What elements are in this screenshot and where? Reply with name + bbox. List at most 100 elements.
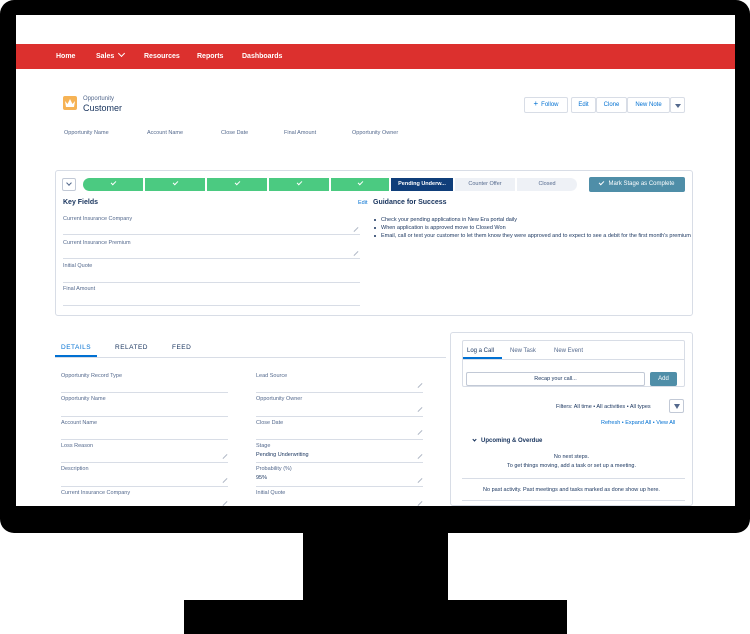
field-divider (256, 416, 423, 417)
path-stage-3[interactable] (207, 178, 267, 191)
field-divider (256, 486, 423, 487)
tab-details[interactable]: DETAILS (61, 344, 91, 351)
tab-log-a-call[interactable]: Log a Call (467, 348, 494, 354)
object-type-label: Opportunity (83, 96, 115, 102)
field-divider (61, 462, 228, 463)
path-stage-5[interactable] (331, 178, 389, 191)
key-field-label: Final Amount (63, 286, 96, 292)
check-icon (357, 179, 363, 186)
stage-value: Pending Underwriting (256, 452, 309, 458)
mark-stage-complete-button[interactable]: Mark Stage as Complete (589, 177, 685, 192)
tab-new-task[interactable]: New Task (510, 348, 536, 354)
pencil-icon[interactable] (222, 501, 228, 506)
follow-button[interactable]: + Follow (524, 97, 568, 113)
follow-label: Follow (541, 102, 559, 108)
activity-links[interactable]: Refresh • Expand All • View All (601, 420, 675, 426)
field-label: Opportunity Owner (256, 396, 303, 402)
tab-new-event[interactable]: New Event (554, 348, 583, 354)
filter-button[interactable] (669, 399, 684, 413)
field-label: Opportunity Name (61, 396, 106, 402)
check-icon (599, 179, 605, 186)
nav-sales[interactable]: Sales (96, 44, 126, 69)
plus-icon: + (533, 99, 539, 108)
field-label: Opportunity Record Type (61, 373, 123, 379)
check-icon (110, 179, 116, 186)
pencil-icon[interactable] (417, 478, 423, 483)
edit-button[interactable]: Edit (571, 97, 596, 113)
upcoming-label: Upcoming & Overdue (481, 438, 543, 444)
path-stage-closed[interactable]: Closed (517, 178, 577, 191)
record-title: Customer (83, 103, 123, 113)
field-divider (63, 258, 360, 259)
key-field-label: Current Insurance Premium (63, 240, 131, 246)
field-divider (61, 439, 228, 440)
field-divider (61, 486, 228, 487)
nav-reports[interactable]: Reports (197, 44, 223, 69)
field-label: Lead Source (256, 373, 288, 379)
field-label: Current Insurance Company (61, 490, 131, 496)
chevron-down-icon (472, 437, 477, 442)
tabs-divider (463, 359, 684, 360)
field-divider (256, 392, 423, 393)
tab-related[interactable]: RELATED (115, 344, 148, 351)
highlight-final-amount: Final Amount (284, 130, 317, 136)
field-label: Close Date (256, 420, 284, 426)
upcoming-overdue-header[interactable]: Upcoming & Overdue (472, 437, 543, 444)
field-label: Stage (256, 443, 271, 449)
clone-button[interactable]: Clone (596, 97, 627, 113)
highlight-opportunity-owner: Opportunity Owner (352, 130, 399, 136)
path-stage-counter-offer[interactable]: Counter Offer (455, 178, 515, 191)
guidance-list: Check your pending applications in New E… (373, 216, 693, 240)
pencil-icon[interactable] (417, 501, 423, 506)
monitor-stand-base (184, 600, 567, 634)
no-next-steps: No next steps. (553, 454, 590, 460)
nav-dashboards[interactable]: Dashboards (242, 44, 282, 69)
nav-resources[interactable]: Resources (144, 44, 180, 69)
nav-home[interactable]: Home (56, 44, 75, 69)
recap-call-input[interactable]: Recap your call... (466, 372, 645, 386)
key-field-label: Current Insurance Company (63, 216, 133, 222)
more-actions-dropdown[interactable] (670, 97, 685, 113)
chevron-down-icon (118, 49, 126, 58)
field-divider (63, 234, 360, 235)
mark-stage-complete-label: Mark Stage as Complete (608, 181, 675, 187)
pencil-icon[interactable] (222, 478, 228, 483)
path-stage-current[interactable]: Pending Underw... (391, 178, 453, 191)
monitor-stand-neck (303, 530, 448, 604)
field-divider (256, 462, 423, 463)
check-icon (172, 179, 178, 186)
field-label: Description (61, 466, 89, 472)
path-stage-2[interactable] (145, 178, 205, 191)
pencil-icon[interactable] (417, 407, 423, 412)
caret-down-icon (675, 104, 681, 108)
pencil-icon[interactable] (417, 430, 423, 435)
path-collapse-toggle[interactable] (62, 178, 76, 191)
path-stage-4[interactable] (269, 178, 329, 191)
field-label: Probability (%) (256, 466, 292, 472)
guidance-title: Guidance for Success (373, 199, 447, 206)
opportunity-crown-icon (63, 96, 77, 110)
path-stage-1[interactable] (83, 178, 143, 191)
probability-value: 95% (256, 475, 268, 481)
pencil-icon[interactable] (222, 454, 228, 459)
guidance-item: Check your pending applications in New E… (373, 216, 693, 224)
key-field-label: Initial Quote (63, 263, 93, 269)
key-fields-edit-link[interactable]: Edit (358, 200, 367, 206)
tabs-divider (55, 357, 446, 358)
field-divider (61, 416, 228, 417)
pencil-icon[interactable] (417, 454, 423, 459)
activity-filters-text: Filters: All time • All activities • All… (556, 404, 651, 410)
tab-feed[interactable]: FEED (172, 344, 191, 351)
field-label: Initial Quote (256, 490, 286, 496)
no-past-activity: No past activity. Past meetings and task… (483, 487, 660, 493)
add-button[interactable]: Add (650, 372, 677, 386)
guidance-item: Email, call or text your customer to let… (373, 232, 693, 240)
check-icon (234, 179, 240, 186)
pencil-icon[interactable] (417, 383, 423, 388)
new-note-button[interactable]: New Note (627, 97, 670, 113)
filter-icon (674, 404, 680, 409)
key-fields-title: Key Fields (63, 199, 99, 206)
field-label: Loss Reason (61, 443, 94, 449)
global-nav-bar: Home Sales Resources Reports Dashboards (16, 44, 735, 69)
field-divider (256, 439, 423, 440)
